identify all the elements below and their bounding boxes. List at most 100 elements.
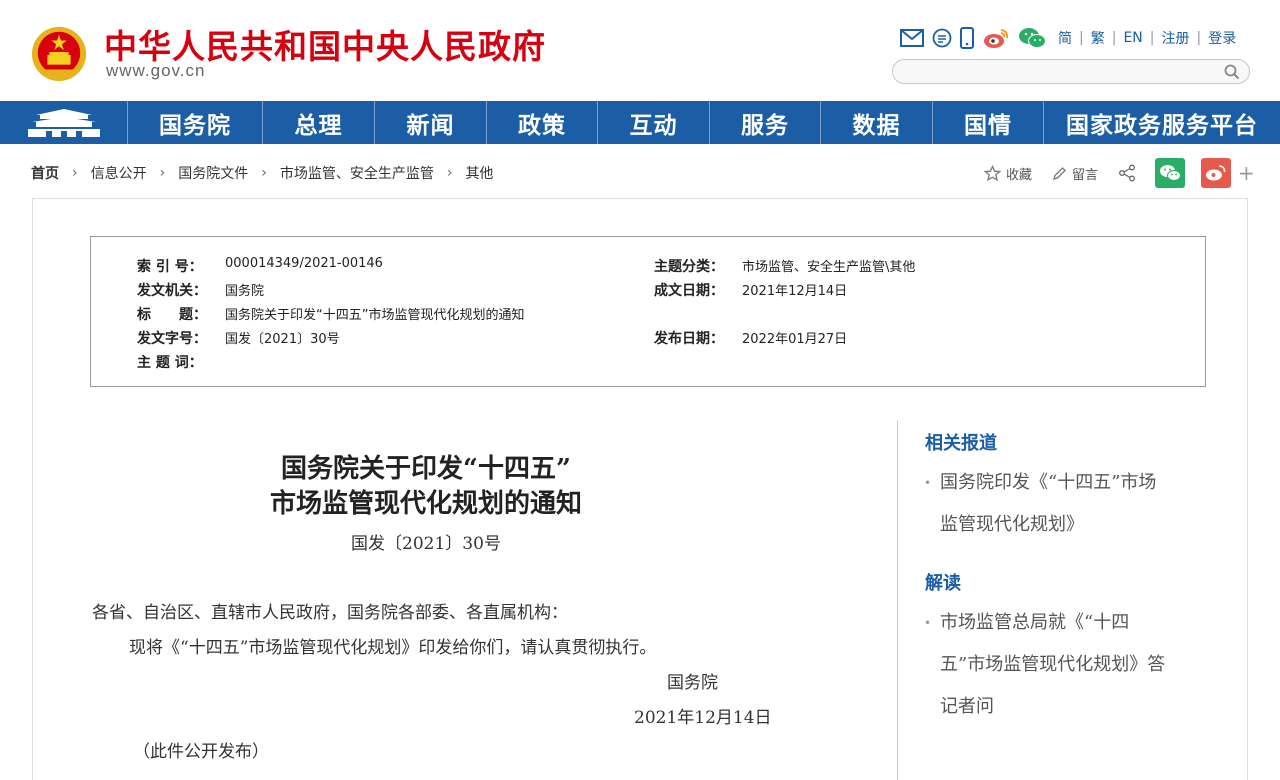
meta-title-value: 国务院关于印发“十四五”市场监管现代化规划的通知: [225, 308, 525, 323]
meta-label: 发布日期：: [654, 331, 724, 347]
breadcrumb-other[interactable]: 其他: [465, 163, 493, 183]
nav-services[interactable]: 服务: [710, 101, 821, 144]
lang-traditional-link[interactable]: 繁: [1091, 28, 1105, 48]
chevron-right-icon: ›: [159, 165, 166, 181]
meta-label: 发文机关：: [137, 283, 207, 299]
meta-issuer-row: 发文机关： 国务院: [137, 280, 264, 300]
interpretation-heading: 解读: [925, 573, 961, 594]
search-icon[interactable]: [1224, 64, 1240, 84]
mobile-icon[interactable]: [960, 27, 974, 49]
breadcrumb-state-council-docs[interactable]: 国务院文件: [178, 163, 248, 183]
meta-category-row: 主题分类： 市场监管、安全生产监管\其他: [654, 256, 915, 276]
bullet-icon: •: [924, 616, 932, 630]
meta-keywords-row: 主 题 词：: [137, 352, 225, 372]
nav-national-conditions[interactable]: 国情: [933, 101, 1044, 144]
more-share-button[interactable]: +: [1238, 161, 1255, 185]
pencil-icon: [1053, 166, 1066, 180]
nav-interaction[interactable]: 互动: [598, 101, 710, 144]
document-metadata-table: 索 引 号： 000014349/2021-00146 发文机关： 国务院 标 …: [90, 236, 1206, 387]
meta-label: 主题分类：: [654, 259, 724, 275]
article-title: 国务院关于印发“十四五” 市场监管现代化规划的通知: [196, 452, 656, 522]
related-report-line: 监管现代化规划》: [940, 514, 1084, 535]
site-header: 中华人民共和国中央人民政府 www.gov.cn 简 | 繁 | EN | 注册…: [0, 0, 1280, 101]
article-body: 现将《“十四五”市场监管现代化规划》印发给你们，请认真贯彻执行。: [129, 638, 657, 658]
meta-issuer-value: 国务院: [225, 284, 265, 299]
separator: |: [1196, 30, 1202, 46]
meta-publish-date-value: 2022年01月27日: [742, 332, 848, 347]
meta-label: 标 题：: [137, 307, 207, 323]
nav-policies[interactable]: 政策: [487, 101, 598, 144]
lang-english-link[interactable]: EN: [1123, 30, 1142, 46]
interpretation-line: 记者问: [940, 696, 994, 717]
article-title-line: 市场监管现代化规划的通知: [269, 489, 582, 519]
mail-icon[interactable]: [900, 29, 924, 47]
share-icon[interactable]: [1118, 164, 1141, 182]
site-domain: www.gov.cn: [106, 61, 206, 80]
meta-label: 主 题 词：: [137, 355, 203, 371]
meta-label: 索 引 号：: [137, 259, 203, 275]
meta-category-value: 市场监管、安全生产监管\其他: [742, 260, 916, 275]
nav-news[interactable]: 新闻: [375, 101, 487, 144]
favorite-button[interactable]: 收藏: [984, 164, 1032, 183]
nav-premier[interactable]: 总理: [263, 101, 375, 144]
related-reports-heading: 相关报道: [925, 433, 997, 454]
star-icon: [984, 164, 1001, 181]
breadcrumb-home[interactable]: 首页: [31, 163, 59, 183]
meta-docno-value: 国发〔2021〕30号: [225, 332, 340, 347]
related-report-link[interactable]: • 国务院印发《“十四五”市场 监管现代化规划》: [924, 462, 1204, 546]
wechat-icon[interactable]: [1018, 27, 1046, 49]
meta-written-date-value: 2021年12月14日: [742, 284, 848, 299]
search-input[interactable]: [905, 62, 1215, 81]
weibo-icon[interactable]: [982, 27, 1010, 49]
search-box: [892, 59, 1250, 84]
login-link[interactable]: 登录: [1208, 28, 1236, 48]
language-links: 简 | 繁 | EN | 注册 | 登录: [1058, 28, 1236, 48]
weibo-share-icon[interactable]: [1201, 158, 1232, 188]
chevron-right-icon: ›: [446, 165, 453, 181]
national-emblem-icon: [31, 26, 87, 82]
interpretation-line: 五”市场监管现代化规划》答: [940, 654, 1166, 675]
meta-index-value: 000014349/2021-00146: [225, 256, 383, 271]
article-salutation: 各省、自治区、直辖市人民政府，国务院各部委、各直属机构：: [92, 603, 568, 623]
main-nav: 国务院 总理 新闻 政策 互动 服务 数据 国情 国家政务服务平台: [0, 101, 1280, 144]
interpretation-link[interactable]: • 市场监管总局就《“十四 五”市场监管现代化规划》答 记者问: [924, 602, 1204, 728]
nav-state-council[interactable]: 国务院: [128, 101, 263, 144]
bullet-icon: •: [924, 476, 932, 490]
favorite-label: 收藏: [1006, 167, 1033, 183]
article-doc-number: 国发〔2021〕30号: [351, 534, 501, 554]
comment-label: 留言: [1072, 167, 1099, 183]
related-report-line: 国务院印发《“十四五”市场: [940, 472, 1157, 493]
share-bar: 收藏 留言 +: [984, 158, 1255, 188]
meta-title-row: 标 题： 国务院关于印发“十四五”市场监管现代化规划的通知: [137, 304, 524, 324]
breadcrumb-market-supervision[interactable]: 市场监管、安全生产监管: [280, 163, 434, 183]
breadcrumb: 首页 › 信息公开 › 国务院文件 › 市场监管、安全生产监管 › 其他: [31, 163, 493, 183]
tiananmen-logo-icon[interactable]: [0, 101, 128, 144]
meta-label: 成文日期：: [654, 283, 724, 299]
article-title-line: 国务院关于印发“十四五”: [281, 454, 571, 484]
separator: |: [1149, 30, 1155, 46]
meta-docno-row: 发文字号： 国发〔2021〕30号: [137, 328, 340, 348]
register-link[interactable]: 注册: [1161, 28, 1189, 48]
nav-gov-service-platform[interactable]: 国家政务服务平台: [1044, 101, 1280, 144]
meta-index-row: 索 引 号： 000014349/2021-00146: [137, 256, 383, 276]
article-signer: 国务院: [667, 673, 718, 693]
interpretation-line: 市场监管总局就《“十四: [940, 612, 1130, 633]
nav-data[interactable]: 数据: [821, 101, 933, 144]
chevron-right-icon: ›: [261, 165, 267, 181]
lang-simplified-link[interactable]: 简: [1058, 28, 1072, 48]
top-toolbar: 简 | 繁 | EN | 注册 | 登录: [900, 25, 1236, 51]
meta-publish-date-row: 发布日期： 2022年01月27日: [654, 328, 847, 348]
meta-written-date-row: 成文日期： 2021年12月14日: [654, 280, 847, 300]
sidebar-divider: [897, 420, 898, 780]
breadcrumb-bar: 首页 › 信息公开 › 国务院文件 › 市场监管、安全生产监管 › 其他 收藏 …: [0, 144, 1280, 198]
article-note: （此件公开发布）: [133, 742, 269, 762]
article-date: 2021年12月14日: [634, 708, 772, 728]
breadcrumb-info-disclosure[interactable]: 信息公开: [91, 163, 147, 183]
meta-label: 发文字号：: [137, 331, 207, 347]
wechat-share-icon[interactable]: [1155, 158, 1186, 188]
chevron-right-icon: ›: [72, 165, 78, 181]
message-icon[interactable]: [932, 28, 952, 48]
separator: |: [1079, 30, 1084, 46]
separator: |: [1111, 30, 1117, 46]
comment-button[interactable]: 留言: [1052, 164, 1098, 183]
